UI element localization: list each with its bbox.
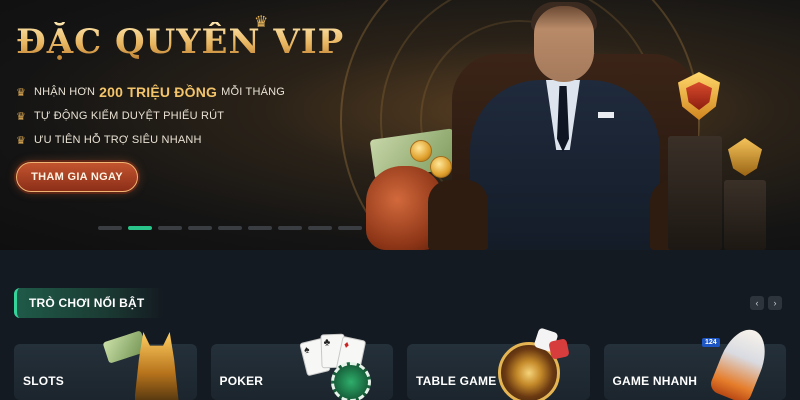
rocket-image: 124 (702, 322, 774, 400)
poker-chip-icon (331, 362, 371, 400)
armchair-arm-image (428, 180, 488, 250)
page: ĐẶC QUYỀN VIP ♛ ♛ NHẬN HƠN 200 TRIỆU ĐỒN… (0, 0, 800, 400)
carousel-dot[interactable] (308, 226, 332, 230)
category-card-poker[interactable]: POKER ♠ ♣ ♦ (210, 333, 393, 400)
carousel-dot[interactable] (278, 226, 302, 230)
carousel-dot[interactable] (188, 226, 212, 230)
banner-title: ĐẶC QUYỀN VIP (16, 22, 345, 62)
perk-item: ♛ TỰ ĐỘNG KIỂM DUYỆT PHIẾU RÚT (16, 104, 285, 128)
game-category-list: SLOTS POKER ♠ ♣ ♦ TABLE GAME GAME NHANH … (14, 322, 786, 400)
perk-text: TỰ ĐỘNG KIỂM DUYỆT PHIẾU RÚT (34, 110, 225, 122)
podium-image (724, 180, 766, 250)
roulette-image (492, 327, 572, 400)
coin-image (410, 140, 432, 162)
anubis-slots-image (102, 330, 183, 400)
vip-banner[interactable]: ĐẶC QUYỀN VIP ♛ ♛ NHẬN HƠN 200 TRIỆU ĐỒN… (0, 0, 800, 250)
category-label: GAME NHANH (612, 374, 698, 388)
poker-cards-image: ♠ ♣ ♦ (295, 332, 381, 400)
rank-badge-icon (728, 138, 762, 176)
featured-games-header: TRÒ CHƠI NỔI BẬT (14, 288, 164, 318)
pocket-square-image (598, 112, 614, 118)
join-now-button[interactable]: THAM GIA NGAY (16, 162, 138, 192)
perk-text-suffix: MỖI THÁNG (221, 86, 286, 98)
crown-icon: ♛ (254, 14, 269, 31)
carousel-indicators (98, 226, 362, 230)
carousel-dot[interactable] (128, 226, 152, 230)
category-label: SLOTS (23, 374, 65, 388)
carousel-dot[interactable] (158, 226, 182, 230)
category-card-fast-game[interactable]: GAME NHANH 124 (603, 322, 786, 400)
crown-bullet-icon: ♛ (16, 110, 27, 123)
face-image (534, 6, 594, 82)
carousel-dot[interactable] (248, 226, 272, 230)
perk-highlight: 200 TRIỆU ĐỒNG (99, 84, 218, 100)
carousel-dot[interactable] (218, 226, 242, 230)
perk-text: ƯU TIÊN HỖ TRỢ SIÊU NHANH (34, 134, 202, 146)
perk-item: ♛ ƯU TIÊN HỖ TRỢ SIÊU NHANH (16, 128, 285, 152)
category-label: POKER (219, 374, 264, 388)
crown-bullet-icon: ♛ (16, 134, 27, 147)
category-card-table-game[interactable]: TABLE GAME (407, 327, 590, 400)
perk-item: ♛ NHẬN HƠN 200 TRIỆU ĐỒNG MỖI THÁNG (16, 80, 285, 104)
multiplier-badge: 124 (702, 338, 720, 347)
podium-image (668, 136, 722, 250)
carousel-dot[interactable] (338, 226, 362, 230)
section-title: TRÒ CHƠI NỔI BẬT (29, 296, 145, 310)
crown-bullet-icon: ♛ (16, 86, 27, 99)
perk-list: ♛ NHẬN HƠN 200 TRIỆU ĐỒNG MỖI THÁNG ♛ TỰ… (16, 80, 285, 152)
perk-text: NHẬN HƠN (34, 86, 96, 98)
rocket-icon (708, 322, 774, 400)
category-card-slots[interactable]: SLOTS (14, 330, 197, 400)
carousel-nav: ‹ › (750, 296, 782, 310)
vip-emblem-icon (664, 68, 734, 128)
dice-icon (547, 338, 570, 360)
coin-image (430, 156, 452, 178)
chevron-right-icon[interactable]: › (768, 296, 782, 310)
category-label: TABLE GAME (416, 374, 497, 388)
chevron-left-icon[interactable]: ‹ (750, 296, 764, 310)
carousel-dot[interactable] (98, 226, 122, 230)
